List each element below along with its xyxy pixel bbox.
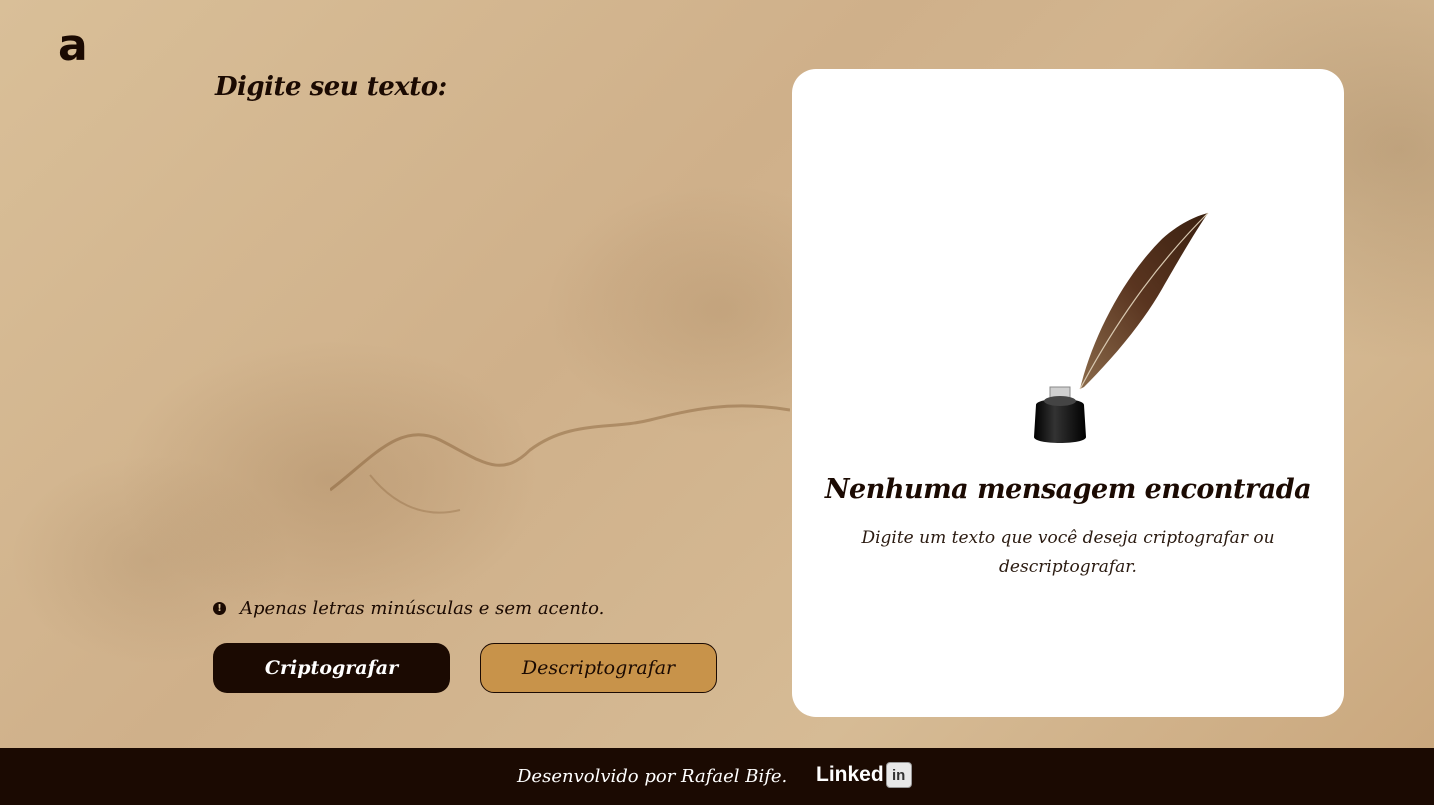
quill-inkwell-illustration xyxy=(1034,212,1209,443)
output-panel: Nenhuma mensagem encontrada Digite um te… xyxy=(792,69,1344,717)
input-title: Digite seu texto: xyxy=(215,72,447,102)
empty-state-text: Digite um texto que você deseja criptogr… xyxy=(861,528,1275,577)
linkedin-icon: in xyxy=(885,762,912,788)
decrypt-button[interactable]: Descriptografar xyxy=(480,643,717,693)
input-hint: ! Apenas letras minúsculas e sem acento. xyxy=(213,598,604,619)
hint-text: Apenas letras minúsculas e sem acento. xyxy=(240,598,605,619)
message-input[interactable] xyxy=(215,120,759,574)
footer: Desenvolvido por Rafael Bife. Linked in xyxy=(0,748,1434,805)
linkedin-wordmark: Linked xyxy=(816,763,884,786)
info-circle-icon: ! xyxy=(213,602,226,615)
brand-logo[interactable]: a xyxy=(58,24,88,68)
footer-credit: Desenvolvido por Rafael Bife. xyxy=(517,766,788,787)
encrypt-button[interactable]: Criptografar xyxy=(213,643,450,693)
empty-state-title: Nenhuma mensagem encontrada xyxy=(824,474,1312,505)
linkedin-link[interactable]: Linked in xyxy=(816,762,912,788)
